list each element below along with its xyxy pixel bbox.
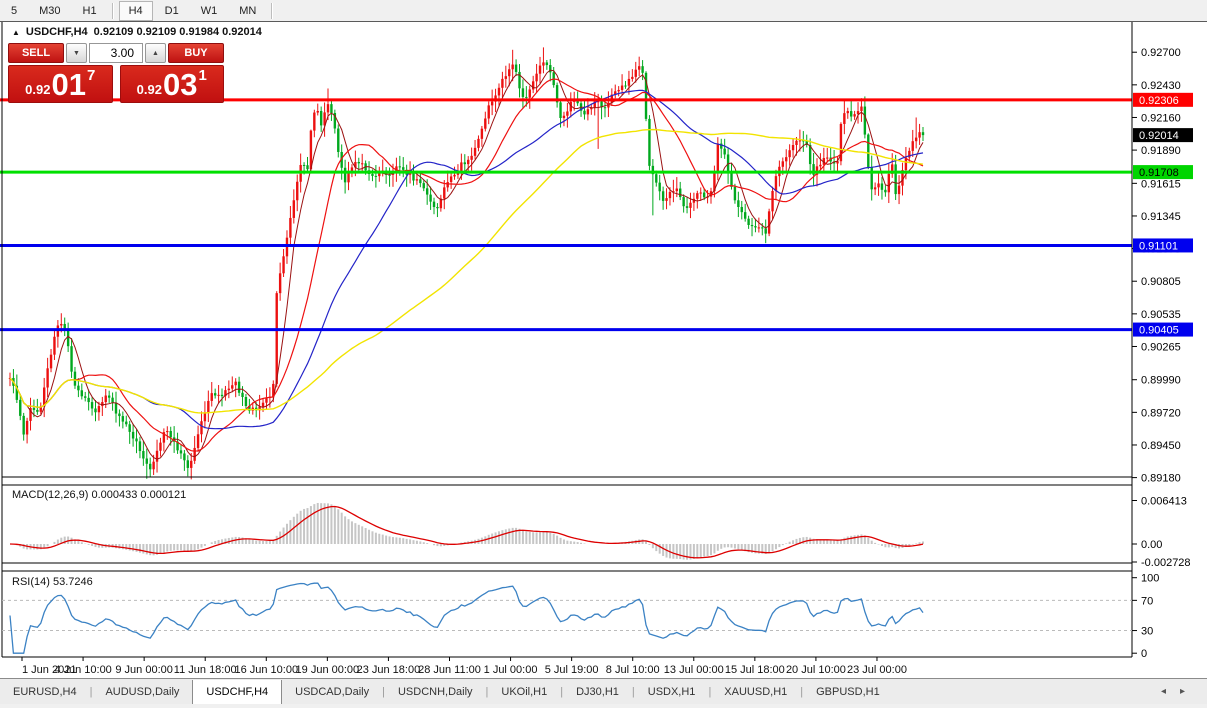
svg-text:0.91615: 0.91615 xyxy=(1141,178,1181,190)
timeframe-toolbar: 5M30H1 H4D1W1MN xyxy=(0,0,1207,22)
ma-40-line xyxy=(10,90,923,428)
svg-text:0.006413: 0.006413 xyxy=(1141,496,1187,508)
tabs-scroll-left-icon[interactable]: ◂ xyxy=(1161,686,1166,697)
timeframe-w1[interactable]: W1 xyxy=(191,1,228,21)
svg-text:0.91708: 0.91708 xyxy=(1139,167,1179,179)
svg-text:70: 70 xyxy=(1141,595,1153,607)
toolbar-separator xyxy=(271,3,273,19)
svg-text:8 Jul 10:00: 8 Jul 10:00 xyxy=(606,664,660,676)
svg-text:16 Jun 10:00: 16 Jun 10:00 xyxy=(234,664,298,676)
svg-text:-0.002728: -0.002728 xyxy=(1141,557,1191,569)
svg-text:20 Jul 10:00: 20 Jul 10:00 xyxy=(786,664,846,676)
tab-gbpusd-h1[interactable]: GBPUSD,H1 xyxy=(803,679,893,704)
one-click-trade-panel: SELL ▼ ▲ BUY 0.92 01 7 0.92 03 1 xyxy=(8,43,224,103)
tab-usdcad-daily[interactable]: USDCAD,Daily xyxy=(282,679,382,704)
svg-text:0.89180: 0.89180 xyxy=(1141,473,1181,485)
svg-text:0.89720: 0.89720 xyxy=(1141,407,1181,419)
toolbar-separator xyxy=(112,3,114,19)
tab-usdcnh-daily[interactable]: USDCNH,Daily xyxy=(385,679,486,704)
tab-audusd-daily[interactable]: AUDUSD,Daily xyxy=(92,679,192,704)
sell-price-pip: 7 xyxy=(87,67,95,84)
svg-text:1 Jul 00:00: 1 Jul 00:00 xyxy=(484,664,538,676)
ohlc-values: 0.92109 0.92109 0.91984 0.92014 xyxy=(94,26,262,38)
status-strip xyxy=(0,704,1207,708)
buy-price-prefix: 0.92 xyxy=(137,82,162,97)
svg-text:0.90805: 0.90805 xyxy=(1141,276,1181,288)
svg-text:0.91890: 0.91890 xyxy=(1141,145,1181,157)
svg-text:100: 100 xyxy=(1141,573,1159,585)
svg-text:5 Jul 19:00: 5 Jul 19:00 xyxy=(545,664,599,676)
buy-price-tile[interactable]: 0.92 03 1 xyxy=(120,65,225,103)
svg-text:0.92014: 0.92014 xyxy=(1139,130,1179,142)
buy-price-big: 03 xyxy=(163,70,197,100)
tabs-scroll-right-icon[interactable]: ▸ xyxy=(1180,686,1185,697)
timeframe-5[interactable]: 5 xyxy=(1,1,27,21)
svg-text:4 Jun 10:00: 4 Jun 10:00 xyxy=(54,664,112,676)
sell-price-tile[interactable]: 0.92 01 7 xyxy=(8,65,113,103)
volume-decrease-button[interactable]: ▼ xyxy=(66,43,87,63)
chart-canvas[interactable]: 0.927000.924300.921600.918900.916150.913… xyxy=(0,22,1207,678)
svg-text:28 Jun 11:00: 28 Jun 11:00 xyxy=(418,664,481,676)
svg-text:0.90265: 0.90265 xyxy=(1141,341,1181,353)
tab-xauusd-h1[interactable]: XAUUSD,H1 xyxy=(711,679,800,704)
symbol-label: USDCHF,H4 xyxy=(26,26,88,38)
svg-text:11 Jun 18:00: 11 Jun 18:00 xyxy=(174,664,237,676)
time-axis[interactable]: 1 Jun 20214 Jun 10:009 Jun 00:0011 Jun 1… xyxy=(22,657,907,676)
svg-text:0.92306: 0.92306 xyxy=(1139,95,1179,107)
tab-dj30-h1[interactable]: DJ30,H1 xyxy=(563,679,632,704)
svg-text:0.89990: 0.89990 xyxy=(1141,375,1181,387)
tab-eurusd-h4[interactable]: EURUSD,H4 xyxy=(0,679,90,704)
timeframe-m30[interactable]: M30 xyxy=(29,1,70,21)
chart-area: 0.927000.924300.921600.918900.916150.913… xyxy=(0,22,1207,678)
svg-text:0: 0 xyxy=(1141,648,1147,660)
candlestick-series xyxy=(9,47,924,479)
svg-text:0.92700: 0.92700 xyxy=(1141,47,1181,59)
timeframe-h1[interactable]: H1 xyxy=(73,1,107,21)
svg-text:15 Jul 18:00: 15 Jul 18:00 xyxy=(725,664,785,676)
svg-text:23 Jun 18:00: 23 Jun 18:00 xyxy=(357,664,421,676)
svg-text:0.90405: 0.90405 xyxy=(1139,325,1179,337)
rsi-line xyxy=(10,583,923,653)
svg-text:0.91345: 0.91345 xyxy=(1141,211,1181,223)
chart-tab-bar: EURUSD,H4|AUDUSD,DailyUSDCHF,H4USDCAD,Da… xyxy=(0,678,1207,705)
svg-text:0.89450: 0.89450 xyxy=(1141,440,1181,452)
macd-histogram xyxy=(16,503,924,560)
tab-ukoil-h1[interactable]: UKOil,H1 xyxy=(488,679,560,704)
svg-text:0.90535: 0.90535 xyxy=(1141,309,1181,321)
macd-label: MACD(12,26,9) 0.000433 0.000121 xyxy=(12,489,186,501)
sell-price-big: 01 xyxy=(51,70,85,100)
svg-text:0.92160: 0.92160 xyxy=(1141,112,1181,124)
mt4-window: 5M30H1H4D1W1MN 0.927000.924300.921600.91… xyxy=(0,0,1207,708)
svg-text:30: 30 xyxy=(1141,626,1153,638)
timeframe-mn[interactable]: MN xyxy=(229,1,266,21)
tab-usdchf-h4[interactable]: USDCHF,H4 xyxy=(192,680,282,704)
buy-price-pip: 1 xyxy=(198,67,206,84)
buy-button[interactable]: BUY xyxy=(168,43,224,63)
svg-text:19 Jun 00:00: 19 Jun 00:00 xyxy=(296,664,360,676)
svg-text:23 Jul 00:00: 23 Jul 00:00 xyxy=(847,664,907,676)
volume-increase-button[interactable]: ▲ xyxy=(145,43,166,63)
horizontal-level-lines[interactable] xyxy=(0,100,1132,330)
svg-text:0.92430: 0.92430 xyxy=(1141,80,1181,92)
volume-input[interactable] xyxy=(89,43,143,63)
price-axis[interactable]: 0.92700 0.92430 0.92160 0.91890 0.91615 0.913… xyxy=(1132,47,1193,660)
sell-price-prefix: 0.92 xyxy=(25,82,50,97)
svg-text:13 Jul 00:00: 13 Jul 00:00 xyxy=(664,664,724,676)
tab-usdx-h1[interactable]: USDX,H1 xyxy=(635,679,709,704)
svg-text:0.91101: 0.91101 xyxy=(1139,240,1178,252)
timeframe-h4[interactable]: H4 xyxy=(119,1,153,21)
rsi-label: RSI(14) 53.7246 xyxy=(12,576,93,588)
timeframe-d1[interactable]: D1 xyxy=(155,1,189,21)
svg-text:0.00: 0.00 xyxy=(1141,539,1162,551)
chart-title: ▲ USDCHF,H4 0.92109 0.92109 0.91984 0.92… xyxy=(12,26,262,38)
svg-text:9 Jun 00:00: 9 Jun 00:00 xyxy=(115,664,173,676)
collapse-panel-icon[interactable]: ▲ xyxy=(12,28,20,37)
sell-button[interactable]: SELL xyxy=(8,43,64,63)
